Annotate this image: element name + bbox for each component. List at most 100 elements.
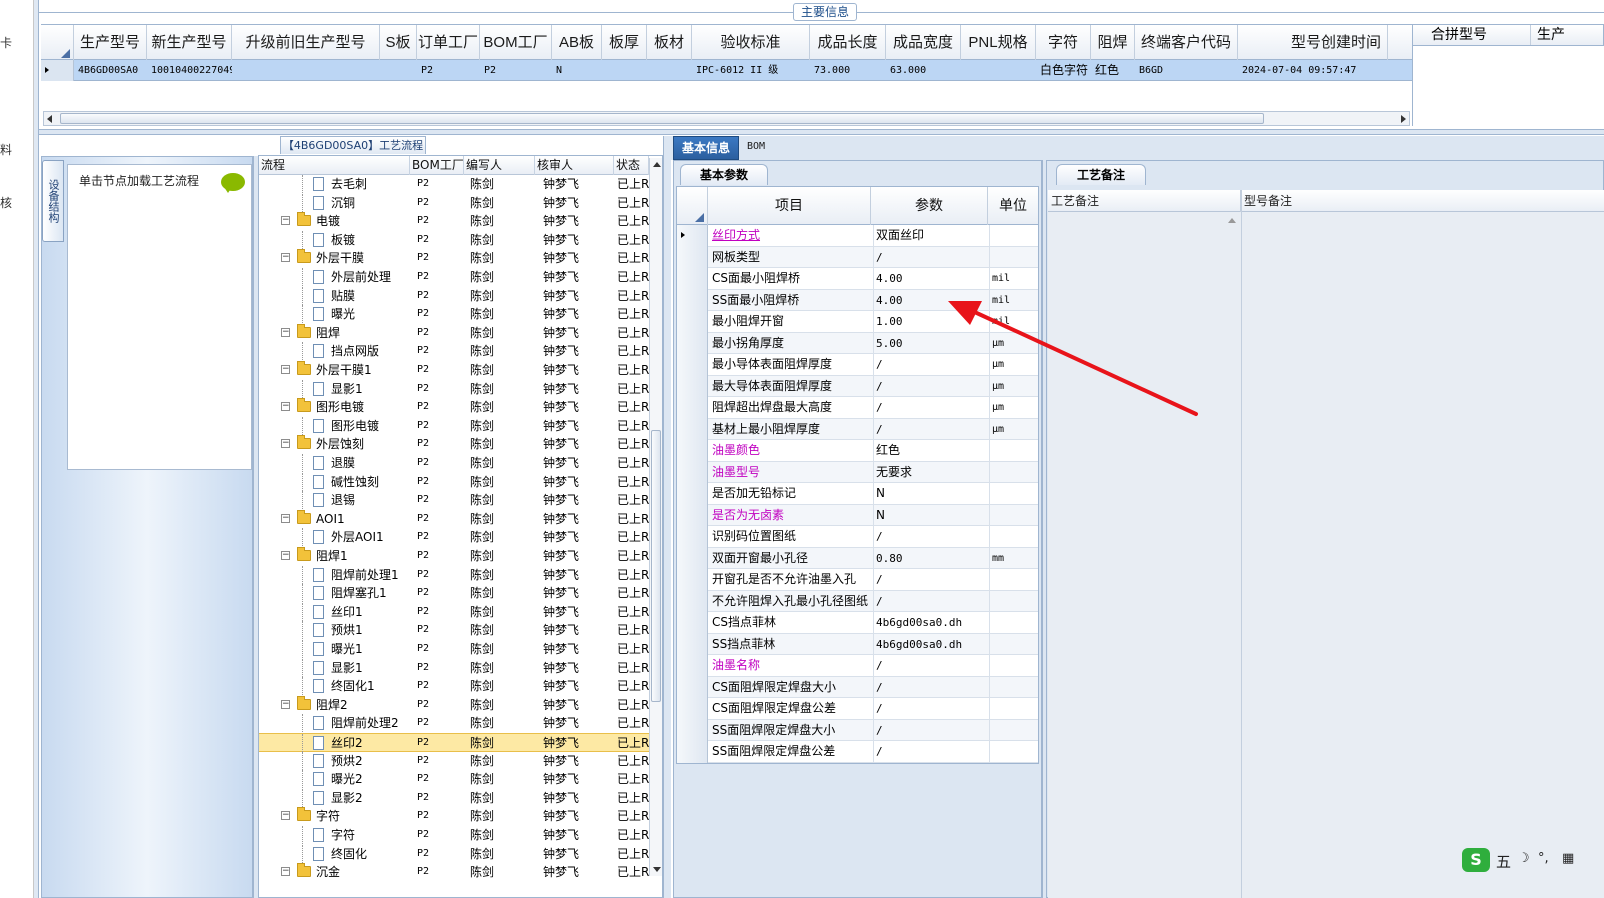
col-pnl-spec[interactable]: PNL规格 <box>961 25 1036 61</box>
tree-step-row[interactable]: 外层AOI1 P2 陈剑 钟梦飞 已上R <box>259 528 649 547</box>
tree-step-row[interactable]: 显影1 P2 陈剑 钟梦飞 已上R <box>259 379 649 399</box>
collapse-icon[interactable]: − <box>281 402 290 412</box>
tab-process-remarks[interactable]: 工艺备注 <box>1056 164 1146 185</box>
param-row[interactable]: CS面阻焊限定焊盘大小 / <box>677 676 1038 698</box>
process-tree-vscroll[interactable] <box>649 158 662 876</box>
hscroll-thumb[interactable] <box>60 113 1264 124</box>
col-old-model[interactable]: 升级前旧生产型号 <box>232 25 380 61</box>
param-row[interactable]: 网板类型 / <box>677 246 1038 268</box>
tree-folder-row[interactable]: − 阻焊2 P2 陈剑 钟梦飞 已上R <box>259 695 649 715</box>
left-menu-label-2[interactable]: 料 <box>0 141 12 158</box>
scroll-down-icon[interactable] <box>653 867 661 872</box>
param-value[interactable]: / <box>873 676 988 698</box>
param-value[interactable]: / <box>873 655 988 676</box>
tree-col-reviewer[interactable]: 核审人 <box>535 156 614 175</box>
param-value[interactable]: / <box>873 719 988 741</box>
col-material[interactable]: 板材 <box>647 25 692 61</box>
param-row[interactable]: CS面阻焊限定焊盘公差 / <box>677 698 1038 720</box>
collapse-icon[interactable]: − <box>281 699 290 709</box>
param-value[interactable]: 4b6gd00sa0.dh <box>873 633 988 655</box>
param-row[interactable]: SS挡点菲林 4b6gd00sa0.dh <box>677 633 1038 655</box>
tree-folder-row[interactable]: − 电镀 P2 陈剑 钟梦飞 已上R <box>259 212 649 231</box>
tree-step-row[interactable]: 退膜 P2 陈剑 钟梦飞 已上R <box>259 454 649 473</box>
col-width[interactable]: 成品宽度 <box>886 25 961 61</box>
param-value[interactable]: N <box>873 483 988 504</box>
scroll-left-icon[interactable] <box>47 115 52 123</box>
param-value[interactable]: / <box>873 741 988 762</box>
param-row[interactable]: SS面阻焊限定焊盘大小 / <box>677 719 1038 741</box>
scroll-right-icon[interactable] <box>1401 115 1406 123</box>
tree-step-row[interactable]: 板镀 P2 陈剑 钟梦飞 已上R <box>259 230 649 250</box>
param-value[interactable]: 0.80 <box>873 547 988 569</box>
param-row[interactable]: 油墨颜色 红色 <box>677 440 1038 462</box>
param-value[interactable]: / <box>873 698 988 719</box>
param-row[interactable]: 识别码位置图纸 / <box>677 526 1038 548</box>
col-customer-code[interactable]: 终端客户代码 <box>1135 25 1238 61</box>
nav-tree-area[interactable] <box>67 164 252 470</box>
param-value[interactable]: / <box>873 246 988 268</box>
tree-col-flow[interactable]: 流程 <box>259 156 410 175</box>
param-row[interactable]: 不允许阻焊入孔最小孔径图纸 / <box>677 590 1038 612</box>
param-row[interactable]: CS面最小阻焊桥 4.00 mil <box>677 268 1038 290</box>
col-thickness[interactable]: 板厚 <box>602 25 647 61</box>
merge-col-1[interactable]: 合拼型号 <box>1431 25 1487 45</box>
tree-step-row[interactable]: 阻焊前处理1 P2 陈剑 钟梦飞 已上R <box>259 565 649 585</box>
tree-col-writer[interactable]: 编写人 <box>464 156 535 175</box>
collapse-icon[interactable]: − <box>281 327 290 337</box>
merge-col-2[interactable]: 生产 <box>1530 25 1565 45</box>
col-model-remark[interactable]: 型号备注 <box>1241 190 1604 212</box>
tree-step-row[interactable]: 终固化 P2 陈剑 钟梦飞 已上R <box>259 844 649 864</box>
tree-folder-row[interactable]: − 阻焊 P2 陈剑 钟梦飞 已上R <box>259 323 649 343</box>
param-value[interactable]: N <box>873 504 988 526</box>
param-row[interactable]: 油墨型号 无要求 <box>677 461 1038 483</box>
col-length[interactable]: 成品长度 <box>810 25 886 61</box>
tree-folder-row[interactable]: − AOI1 P2 陈剑 钟梦飞 已上R <box>259 509 649 529</box>
main-grid-hscroll[interactable] <box>43 111 1410 126</box>
tree-step-row[interactable]: 碱性蚀刻 P2 陈剑 钟梦飞 已上R <box>259 472 649 492</box>
col-s-board[interactable]: S板 <box>380 25 417 61</box>
tree-step-row[interactable]: 阻焊前处理2 P2 陈剑 钟梦飞 已上R <box>259 714 649 733</box>
collapse-icon[interactable]: − <box>281 513 290 523</box>
tree-step-row[interactable]: 阻焊塞孔1 P2 陈剑 钟梦飞 已上R <box>259 584 649 603</box>
tree-folder-row[interactable]: − 沉金 P2 陈剑 钟梦飞 已上R <box>259 863 649 882</box>
col-create-time[interactable]: 型号创建时间 <box>1238 25 1388 61</box>
tab-bom[interactable]: BOM <box>739 136 773 160</box>
tree-step-row[interactable]: 显影1 P2 陈剑 钟梦飞 已上R <box>259 658 649 678</box>
tree-folder-row[interactable]: − 图形电镀 P2 陈剑 钟梦飞 已上R <box>259 398 649 417</box>
tree-step-row[interactable]: 终固化1 P2 陈剑 钟梦飞 已上R <box>259 677 649 696</box>
tree-step-row[interactable]: 去毛刺 P2 陈剑 钟梦飞 已上R <box>259 175 649 194</box>
horizontal-splitter[interactable] <box>39 129 1604 135</box>
tree-col-status[interactable]: 状态 <box>614 156 649 175</box>
param-value[interactable]: 4.00 <box>873 268 988 289</box>
tree-step-row[interactable]: 退锡 P2 陈剑 钟梦飞 已上R <box>259 491 649 510</box>
tree-step-row[interactable]: 曝光2 P2 陈剑 钟梦飞 已上R <box>259 770 649 789</box>
param-row[interactable]: SS面阻焊限定焊盘公差 / <box>677 741 1038 763</box>
param-row[interactable]: CS挡点菲林 4b6gd00sa0.dh <box>677 612 1038 634</box>
tab-basic-info[interactable]: 基本信息 <box>673 136 740 160</box>
param-row[interactable]: 双面开窗最小孔径 0.80 mm <box>677 547 1038 569</box>
remarks-scroll-up-icon[interactable] <box>1228 218 1236 223</box>
col-unit[interactable]: 单位 <box>988 187 1038 225</box>
tree-step-row[interactable]: 显影2 P2 陈剑 钟梦飞 已上R <box>259 788 649 808</box>
vscroll-thumb[interactable] <box>651 430 661 702</box>
col-new-model[interactable]: 新生产型号 <box>147 25 232 61</box>
col-legend[interactable]: 字符 <box>1036 25 1091 61</box>
left-menu-label-1[interactable]: 卡 <box>0 34 12 51</box>
tree-folder-row[interactable]: − 外层蚀刻 P2 陈剑 钟梦飞 已上R <box>259 435 649 454</box>
tree-folder-row[interactable]: − 阻焊1 P2 陈剑 钟梦飞 已上R <box>259 547 649 566</box>
param-value[interactable]: 双面丝印 <box>873 225 988 246</box>
ime-moon-icon[interactable]: ☽ <box>1518 851 1530 866</box>
tree-folder-row[interactable]: − 外层干膜 P2 陈剑 钟梦飞 已上R <box>259 249 649 268</box>
ime-keyboard-icon[interactable]: ▦ <box>1562 851 1574 866</box>
tree-step-row[interactable]: 外层前处理 P2 陈剑 钟梦飞 已上R <box>259 268 649 287</box>
param-value[interactable]: 4b6gd00sa0.dh <box>873 612 988 633</box>
col-solder-mask[interactable]: 阻焊 <box>1091 25 1135 61</box>
param-value[interactable]: / <box>873 526 988 547</box>
param-row[interactable]: 开窗孔是否不允许油墨入孔 / <box>677 569 1038 591</box>
collapse-icon[interactable]: − <box>281 253 290 263</box>
collapse-icon[interactable]: − <box>281 216 290 226</box>
col-ab-board[interactable]: AB板 <box>552 25 602 61</box>
col-order-factory[interactable]: 订单工厂 <box>417 25 480 61</box>
param-value[interactable]: / <box>873 590 988 612</box>
param-value[interactable]: / <box>873 569 988 590</box>
